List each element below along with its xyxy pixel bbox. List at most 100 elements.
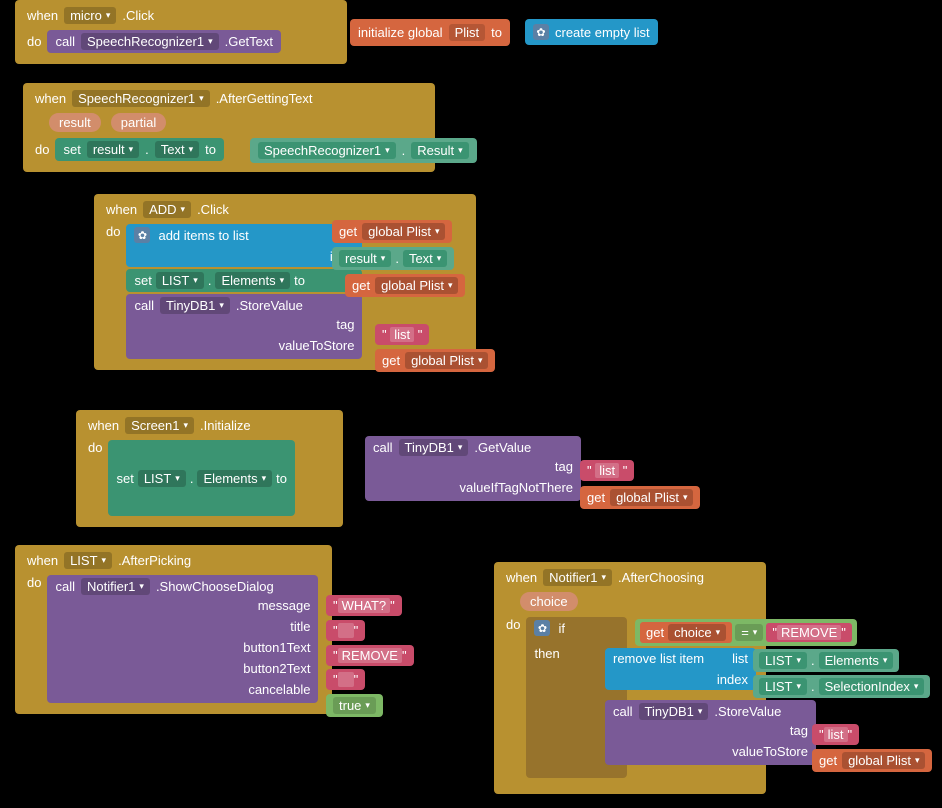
get-result-text-block[interactable]: result . Text	[332, 247, 454, 270]
component-dropdown[interactable]: LIST	[64, 552, 112, 569]
text-string-block[interactable]: " list "	[375, 324, 429, 345]
logic-true-block[interactable]: true	[326, 694, 383, 717]
get-choice-block[interactable]: get choice	[640, 622, 732, 643]
event-name: .AfterPicking	[118, 553, 191, 568]
list-label: list	[732, 651, 748, 666]
button2-label: button2Text	[243, 661, 310, 676]
tinydb-dropdown[interactable]: TinyDB1	[399, 439, 469, 456]
get-list-selindex-block[interactable]: LIST . SelectionIndex	[753, 675, 930, 698]
get-keyword: get	[587, 490, 605, 505]
text-value[interactable]: REMOVE	[338, 648, 402, 663]
var-dropdown[interactable]: global Plist	[405, 352, 488, 369]
event-name: .Click	[122, 8, 154, 23]
elem-prop-dropdown[interactable]: Elements	[819, 652, 894, 669]
list-comp-dropdown[interactable]: LIST	[156, 272, 204, 289]
tag-label: tag	[336, 317, 354, 332]
text-string-remove[interactable]: "REMOVE"	[326, 645, 414, 666]
text-string-what[interactable]: "WHAT?"	[326, 595, 402, 616]
param-partial[interactable]: partial	[111, 113, 166, 132]
get-global-plist-block-2[interactable]: get global Plist	[345, 274, 465, 297]
event-name: .AfterChoosing	[618, 570, 704, 585]
set-elements-block[interactable]: set LIST . Elements to	[108, 440, 295, 516]
text-value[interactable]: list	[824, 727, 848, 742]
text-prop-dropdown[interactable]: Text	[403, 250, 447, 267]
list-comp-dropdown[interactable]: LIST	[759, 652, 807, 669]
tag-label: tag	[790, 723, 808, 738]
tinydb-dropdown[interactable]: TinyDB1	[160, 297, 230, 314]
eq-dropdown[interactable]: =	[735, 624, 763, 641]
set-block[interactable]: set result . Text to	[55, 138, 224, 161]
event-block-screen-init[interactable]: when Screen1 .Initialize do set LIST . E…	[76, 410, 343, 527]
elem-prop-dropdown[interactable]: Elements	[197, 470, 272, 487]
notifier-dropdown[interactable]: Notifier1	[81, 578, 150, 595]
get-global-plist-block[interactable]: get global Plist	[332, 220, 452, 243]
call-storevalue-block[interactable]: call TinyDB1 .StoreValue tag valueToStor…	[126, 294, 362, 359]
gear-icon[interactable]	[534, 620, 550, 636]
var-dropdown[interactable]: global Plist	[362, 223, 445, 240]
get-list-elements-block[interactable]: LIST . Elements	[753, 649, 899, 672]
when-keyword: when	[35, 91, 66, 106]
set-keyword: set	[134, 273, 151, 288]
text-value[interactable]: list	[390, 327, 414, 342]
init-global-block[interactable]: initialize global Plist to	[350, 19, 510, 46]
list-comp-dropdown[interactable]: LIST	[759, 678, 807, 695]
text-string-list[interactable]: "list"	[812, 724, 859, 745]
set-comp-dropdown[interactable]: result	[87, 141, 139, 158]
text-string-title[interactable]: ""	[326, 620, 365, 641]
event-block-micro-click[interactable]: when micro .Click do call SpeechRecogniz…	[15, 0, 347, 64]
get-global-plist-block-3[interactable]: get global Plist	[375, 349, 495, 372]
param-result[interactable]: result	[49, 113, 101, 132]
method-name: .ShowChooseDialog	[156, 579, 274, 594]
get-keyword: get	[646, 625, 664, 640]
set-elements-block[interactable]: set LIST . Elements to	[126, 269, 362, 292]
true-dropdown[interactable]: true	[333, 697, 376, 714]
component-dropdown[interactable]: Notifier1	[543, 569, 612, 586]
call-getvalue-block[interactable]: call TinyDB1 .GetValue tag valueIfTagNot…	[365, 436, 581, 501]
gear-icon[interactable]	[134, 227, 150, 243]
text-string-remove-2[interactable]: "REMOVE"	[766, 623, 852, 642]
text-value[interactable]: WHAT?	[338, 598, 391, 613]
call-component-dropdown[interactable]: SpeechRecognizer1	[81, 33, 219, 50]
param-choice[interactable]: choice	[520, 592, 578, 611]
when-keyword: when	[27, 553, 58, 568]
call-storevalue-block-2[interactable]: call TinyDB1 .StoreValue tag valueToStor…	[605, 700, 816, 765]
text-string-button2[interactable]: ""	[326, 669, 365, 690]
get-global-plist-block-4[interactable]: get global Plist	[580, 486, 700, 509]
var-dropdown[interactable]: global Plist	[375, 277, 458, 294]
var-dropdown[interactable]: global Plist	[610, 489, 693, 506]
call-keyword: call	[134, 298, 154, 313]
component-dropdown[interactable]: Screen1	[125, 417, 194, 434]
text-string-block[interactable]: " list "	[580, 460, 634, 481]
set-prop-dropdown[interactable]: Text	[155, 141, 199, 158]
selidx-prop-dropdown[interactable]: SelectionIndex	[819, 678, 925, 695]
get-property-block[interactable]: SpeechRecognizer1 . Result	[250, 138, 477, 163]
get-prop-dropdown[interactable]: Result	[411, 142, 468, 159]
component-dropdown[interactable]: SpeechRecognizer1	[72, 90, 210, 107]
equals-block[interactable]: get choice = "REMOVE"	[635, 619, 857, 646]
call-block[interactable]: call SpeechRecognizer1 .GetText	[47, 30, 281, 53]
list-comp-dropdown[interactable]: LIST	[138, 470, 186, 487]
text-value[interactable]	[338, 623, 354, 638]
result-comp-dropdown[interactable]: result	[339, 250, 391, 267]
tag-label: tag	[555, 459, 573, 474]
component-dropdown[interactable]: micro	[64, 7, 116, 24]
get-comp-dropdown[interactable]: SpeechRecognizer1	[258, 142, 396, 159]
do-keyword: do	[27, 34, 41, 49]
gear-icon[interactable]	[533, 24, 549, 40]
choice-dropdown[interactable]: choice	[668, 624, 726, 641]
tinydb-dropdown[interactable]: TinyDB1	[639, 703, 709, 720]
get-global-plist-block-5[interactable]: get global Plist	[812, 749, 932, 772]
elem-prop-dropdown[interactable]: Elements	[215, 272, 290, 289]
remove-list-item-block[interactable]: remove list item list index	[605, 648, 756, 690]
call-showchoosedialog-block[interactable]: call Notifier1 .ShowChooseDialog message…	[47, 575, 318, 703]
text-value[interactable]: list	[595, 463, 619, 478]
event-block-list-afterpicking[interactable]: when LIST .AfterPicking do call Notifier…	[15, 545, 332, 714]
do-keyword: do	[506, 617, 520, 632]
text-value[interactable]	[338, 672, 354, 687]
component-dropdown[interactable]: ADD	[143, 201, 191, 218]
create-empty-list-block[interactable]: create empty list	[525, 19, 658, 45]
to-keyword: to	[491, 25, 502, 40]
text-value[interactable]: REMOVE	[777, 625, 841, 640]
add-items-block[interactable]: add items to list list item	[126, 224, 362, 267]
var-dropdown[interactable]: global Plist	[842, 752, 925, 769]
